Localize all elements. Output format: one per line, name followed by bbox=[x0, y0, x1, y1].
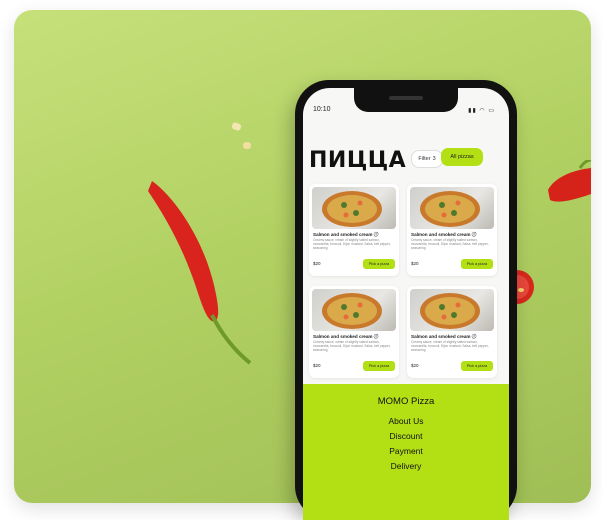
status-time: 10:10 bbox=[313, 106, 331, 113]
info-icon[interactable]: ⓘ bbox=[472, 232, 477, 237]
signal-wifi-battery-icon: ▮▮ ◠ ▭ bbox=[468, 108, 495, 114]
chili-pepper-image bbox=[148, 181, 252, 365]
product-price: $20 bbox=[313, 261, 321, 266]
product-grid: Salmon and smoked cream ⓘ Creamy sauce, … bbox=[309, 184, 497, 378]
pizza-image bbox=[410, 289, 494, 331]
pick-pizza-button[interactable]: Pick a pizza bbox=[363, 361, 395, 371]
product-card: Salmon and smoked cream ⓘ Creamy sauce, … bbox=[309, 286, 399, 378]
product-description: Creamy sauce, cream of slightly salted s… bbox=[411, 340, 489, 353]
footer-link-payment[interactable]: Payment bbox=[303, 444, 509, 459]
page-title: ПИЦЦА bbox=[309, 148, 407, 173]
pick-pizza-button[interactable]: Pick a pizza bbox=[363, 259, 395, 269]
chili-pepper-image bbox=[548, 160, 591, 202]
pizza-image bbox=[312, 289, 396, 331]
footer-brand: MOMO Pizza bbox=[377, 396, 435, 407]
phone-notch bbox=[354, 88, 458, 112]
product-description: Creamy sauce, cream of slightly salted s… bbox=[411, 238, 489, 251]
product-card: Salmon and smoked cream ⓘ Creamy sauce, … bbox=[407, 184, 497, 276]
product-price: $20 bbox=[411, 363, 419, 368]
footer-link-about-us[interactable]: About Us bbox=[303, 414, 509, 429]
footer-link-discount[interactable]: Discount bbox=[303, 429, 509, 444]
info-icon[interactable]: ⓘ bbox=[374, 232, 379, 237]
info-icon[interactable]: ⓘ bbox=[374, 334, 379, 339]
garlic-flake-image bbox=[231, 121, 242, 132]
product-description: Creamy sauce, cream of slightly salted s… bbox=[313, 340, 391, 353]
speaker-icon bbox=[389, 96, 423, 100]
footer-link-delivery[interactable]: Delivery bbox=[303, 459, 509, 474]
site-footer: MOMO Pizza About Us Discount Payment Del… bbox=[303, 384, 509, 520]
filter-label: Filter bbox=[418, 156, 431, 162]
phone-screen: 10:10 ▮▮ ◠ ▭ ПИЦЦА Filter 3 All pizzas S… bbox=[303, 88, 509, 520]
footer-menu: About Us Discount Payment Delivery bbox=[303, 414, 509, 474]
pizza-image bbox=[410, 187, 494, 229]
pick-pizza-button[interactable]: Pick a pizza bbox=[461, 259, 493, 269]
all-pizzas-button[interactable]: All pizzas bbox=[441, 148, 483, 166]
garlic-flake-image bbox=[243, 142, 251, 149]
product-price: $20 bbox=[411, 261, 419, 266]
filter-count: 3 bbox=[432, 156, 436, 162]
product-card: Salmon and smoked cream ⓘ Creamy sauce, … bbox=[407, 286, 497, 378]
pizza-image bbox=[312, 187, 396, 229]
filter-button[interactable]: Filter 3 bbox=[411, 150, 443, 168]
product-card: Salmon and smoked cream ⓘ Creamy sauce, … bbox=[309, 184, 399, 276]
info-icon[interactable]: ⓘ bbox=[472, 334, 477, 339]
product-price: $20 bbox=[313, 363, 321, 368]
phone-mockup: 10:10 ▮▮ ◠ ▭ ПИЦЦА Filter 3 All pizzas S… bbox=[295, 80, 517, 520]
pick-pizza-button[interactable]: Pick a pizza bbox=[461, 361, 493, 371]
product-description: Creamy sauce, cream of slightly salted s… bbox=[313, 238, 391, 251]
